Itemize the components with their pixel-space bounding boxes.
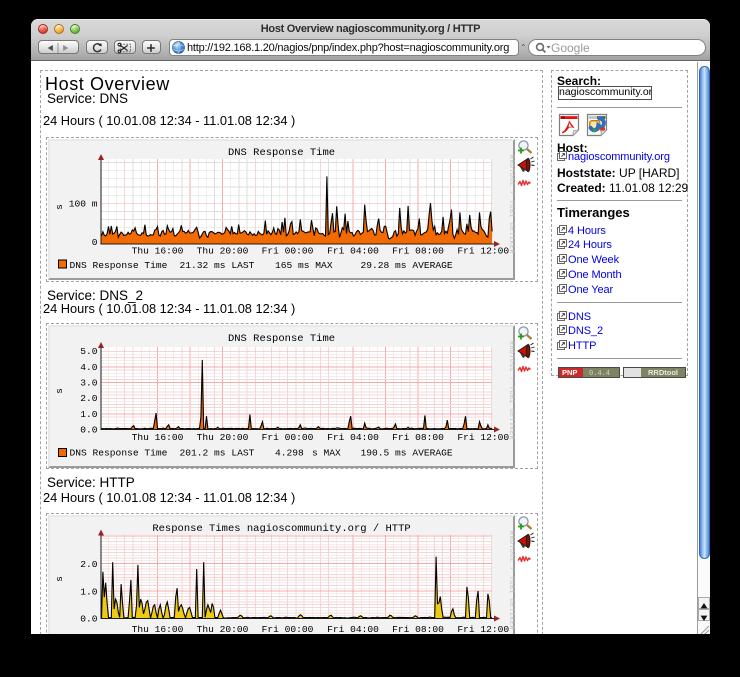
svg-text:3.0: 3.0 xyxy=(80,377,98,388)
svg-text:RRDTOOL / TOBI OETIKER: RRDTOOL / TOBI OETIKER xyxy=(508,531,515,630)
svg-text:s: s xyxy=(54,388,65,394)
svg-text:2.0: 2.0 xyxy=(80,558,98,569)
svg-text:Thu 16:00: Thu 16:00 xyxy=(131,624,183,635)
svg-text:21.32 ms LAST: 21.32 ms LAST xyxy=(179,260,254,271)
svg-text:201.2 ms LAST: 201.2 ms LAST xyxy=(179,447,254,458)
svg-text:Thu 16:00: Thu 16:00 xyxy=(131,431,183,442)
svg-text:Fri 00:00: Fri 00:00 xyxy=(261,246,313,257)
svg-text:s: s xyxy=(54,204,65,210)
svg-text:Fri 00:00: Fri 00:00 xyxy=(261,431,313,442)
svg-text:0.4.4: 0.4.4 xyxy=(589,370,610,378)
svg-text:0.0: 0.0 xyxy=(80,613,98,624)
svg-text:Fri 00:00: Fri 00:00 xyxy=(261,624,313,635)
svg-text:DNS Response Time: DNS Response Time xyxy=(69,447,167,458)
svg-text:Fri 04:00: Fri 04:00 xyxy=(327,624,379,635)
svg-text:190.5 ms AVERAGE: 190.5 ms AVERAGE xyxy=(360,447,452,458)
svg-text:Thu 20:00: Thu 20:00 xyxy=(196,246,248,257)
svg-text:4.0: 4.0 xyxy=(80,361,98,372)
svg-text:Thu 20:00: Thu 20:00 xyxy=(196,431,248,442)
svg-text:DNS Response Time: DNS Response Time xyxy=(69,260,167,271)
svg-text:Fri 04:00: Fri 04:00 xyxy=(327,246,379,257)
svg-text:Fri 08:00: Fri 08:00 xyxy=(392,246,444,257)
svg-text:Thu 20:00: Thu 20:00 xyxy=(196,624,248,635)
svg-text:PNP: PNP xyxy=(562,368,577,377)
svg-text:RRDTOOL / TOBI OETIKER: RRDTOOL / TOBI OETIKER xyxy=(508,155,515,254)
svg-text:Fri 12:00: Fri 12:00 xyxy=(457,246,509,257)
svg-text:2.0: 2.0 xyxy=(80,393,98,404)
svg-text:29.28 ms AVERAGE: 29.28 ms AVERAGE xyxy=(360,260,452,271)
svg-text:Fri 12:00: Fri 12:00 xyxy=(457,624,509,635)
svg-text:1.0: 1.0 xyxy=(80,408,98,419)
svg-text:0: 0 xyxy=(91,237,97,248)
svg-text:Thu 16:00: Thu 16:00 xyxy=(131,246,183,257)
svg-text:RRDtool: RRDtool xyxy=(648,368,678,377)
svg-text:4.298: 4.298 xyxy=(275,447,304,458)
svg-text:s MAX: s MAX xyxy=(312,447,341,458)
svg-text:RRDTOOL / TOBI OETIKER: RRDTOOL / TOBI OETIKER xyxy=(508,341,515,440)
svg-text:DNS Response Time: DNS Response Time xyxy=(227,147,334,159)
svg-text:100 m: 100 m xyxy=(68,199,97,210)
svg-text:Fri 04:00: Fri 04:00 xyxy=(327,431,379,442)
svg-text:DNS Response Time: DNS Response Time xyxy=(227,333,334,345)
svg-text:Response Times nagioscommunity: Response Times nagioscommunity.org / HTT… xyxy=(152,523,410,535)
svg-text:5.0: 5.0 xyxy=(80,346,98,357)
svg-text:Fri 12:00: Fri 12:00 xyxy=(457,431,509,442)
svg-text:1.0: 1.0 xyxy=(80,586,98,597)
svg-text:s: s xyxy=(54,576,65,582)
svg-text:Fri 08:00: Fri 08:00 xyxy=(392,624,444,635)
svg-text:0.0: 0.0 xyxy=(80,424,98,435)
svg-text:165 ms MAX: 165 ms MAX xyxy=(275,260,333,271)
svg-text:Fri 08:00: Fri 08:00 xyxy=(392,431,444,442)
